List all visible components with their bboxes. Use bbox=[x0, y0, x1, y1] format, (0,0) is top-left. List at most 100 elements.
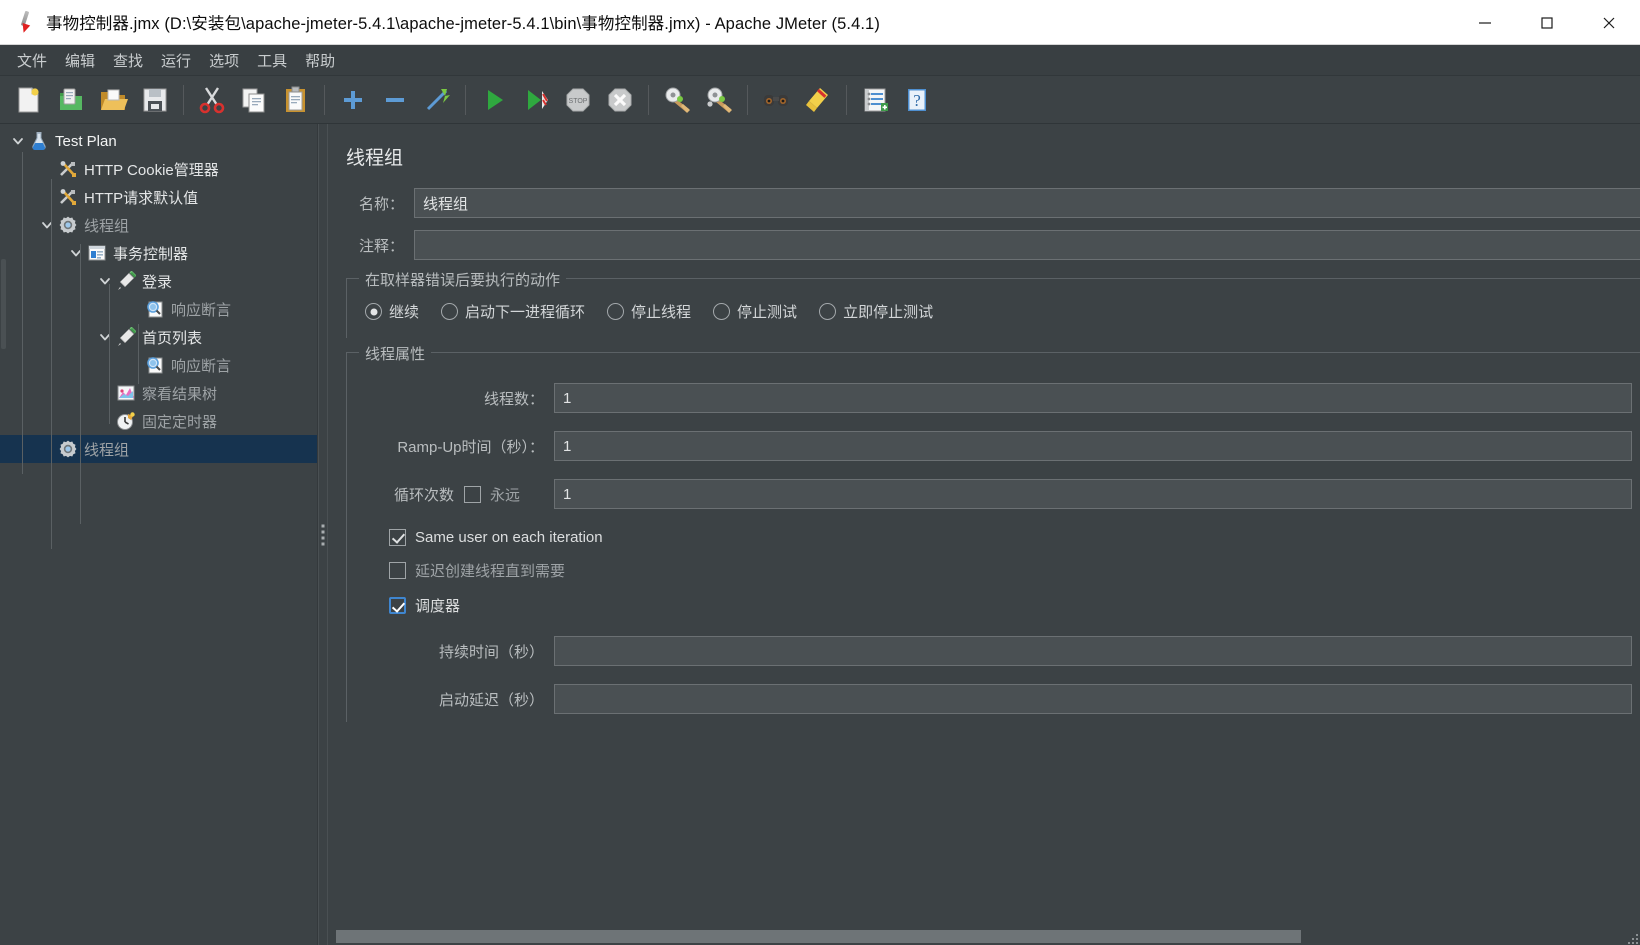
tree-node-transaction-controller[interactable]: 事务控制器 bbox=[0, 239, 317, 267]
ramp-up-input[interactable]: 1 bbox=[554, 431, 1632, 461]
menu-help[interactable]: 帮助 bbox=[296, 47, 344, 74]
cut-icon[interactable] bbox=[192, 80, 232, 120]
save-icon[interactable] bbox=[135, 80, 175, 120]
radio-stop-test-now[interactable]: 立即停止测试 bbox=[819, 301, 933, 322]
radio-stop-test-now-indicator[interactable] bbox=[819, 303, 837, 320]
tree-node-home-list[interactable]: 首页列表 bbox=[0, 323, 317, 351]
duration-input[interactable] bbox=[554, 636, 1632, 666]
loop-count-row: 循环次数 永远 1 bbox=[359, 479, 1632, 509]
scrollbar-thumb[interactable] bbox=[336, 930, 1301, 943]
chevron-down-icon[interactable] bbox=[95, 323, 115, 351]
close-button[interactable] bbox=[1578, 0, 1640, 45]
toggle-icon[interactable] bbox=[417, 80, 457, 120]
minimize-button[interactable] bbox=[1454, 0, 1516, 45]
menu-file[interactable]: 文件 bbox=[8, 47, 56, 74]
svg-text:STOP: STOP bbox=[569, 98, 588, 105]
page-title: 线程组 bbox=[346, 148, 404, 169]
tree-guide-line bbox=[22, 152, 23, 474]
tree-node-thread-group-2[interactable]: 线程组 bbox=[0, 435, 317, 463]
tree-node-http-cookie-manager[interactable]: HTTP Cookie管理器 bbox=[0, 155, 317, 183]
tree-node-response-assertion-1[interactable]: 响应断言 bbox=[0, 295, 317, 323]
search-reset-icon[interactable] bbox=[798, 80, 838, 120]
tree-node-test-plan[interactable]: Test Plan bbox=[0, 127, 317, 155]
radio-continue[interactable]: 继续 bbox=[365, 301, 419, 322]
num-threads-input[interactable]: 1 bbox=[554, 383, 1632, 413]
forever-checkbox-wrap[interactable]: 永远 bbox=[464, 484, 554, 505]
comment-label: 注释： bbox=[358, 237, 404, 255]
tree-node-label: 察看结果树 bbox=[142, 385, 218, 403]
same-user-checkbox[interactable] bbox=[389, 529, 406, 546]
help-icon[interactable]: ? bbox=[897, 80, 937, 120]
radio-start-next-loop[interactable]: 启动下一进程循环 bbox=[441, 301, 585, 322]
expand-all-icon[interactable] bbox=[333, 80, 373, 120]
chevron-down-icon[interactable] bbox=[8, 127, 28, 155]
scheduler-checkbox[interactable] bbox=[389, 597, 406, 614]
radio-stop-test-label: 停止测试 bbox=[737, 304, 798, 321]
radio-stop-test-now-label: 立即停止测试 bbox=[843, 304, 934, 321]
function-helper-icon[interactable] bbox=[855, 80, 895, 120]
form-horizontal-scrollbar[interactable] bbox=[336, 929, 1640, 945]
delayed-start-row[interactable]: 延迟创建线程直到需要 bbox=[359, 560, 1632, 581]
tree-twisty-empty bbox=[95, 407, 115, 435]
name-row: 名称： 线程组 bbox=[346, 188, 1640, 218]
forever-checkbox[interactable] bbox=[464, 485, 481, 503]
tree-node-http-request-defaults[interactable]: HTTP请求默认值 bbox=[0, 183, 317, 211]
name-input[interactable]: 线程组 bbox=[414, 188, 1640, 218]
tree-twisty-empty bbox=[124, 351, 144, 379]
config-element-icon bbox=[57, 186, 79, 208]
comment-input[interactable] bbox=[414, 230, 1640, 260]
new-file-icon[interactable] bbox=[9, 80, 49, 120]
tree-node-view-results-tree[interactable]: 察看结果树 bbox=[0, 379, 317, 407]
menu-edit[interactable]: 编辑 bbox=[56, 47, 104, 74]
tree-node-constant-timer[interactable]: 固定定时器 bbox=[0, 407, 317, 435]
tree-node-label: 线程组 bbox=[84, 217, 130, 235]
clear-icon[interactable] bbox=[657, 80, 697, 120]
radio-stop-test-indicator[interactable] bbox=[713, 303, 731, 320]
radio-stop-thread-indicator[interactable] bbox=[607, 303, 625, 320]
forever-label: 永远 bbox=[490, 486, 521, 504]
menu-search[interactable]: 查找 bbox=[104, 47, 152, 74]
scheduler-row[interactable]: 调度器 bbox=[359, 595, 1632, 616]
loop-count-input[interactable]: 1 bbox=[554, 479, 1632, 509]
same-user-row[interactable]: Same user on each iteration bbox=[359, 529, 1632, 546]
open-folder-icon[interactable] bbox=[93, 80, 133, 120]
thread-group-config-panel: 线程组 名称： 线程组 注释： 在取样器错误后要执行的动作 继续 启动下一进程循环… bbox=[328, 124, 1640, 945]
clear-all-icon[interactable] bbox=[699, 80, 739, 120]
sampler-error-action-radios[interactable]: 继续 启动下一进程循环 停止线程 停止测试 立即停止测试 bbox=[359, 297, 1632, 324]
collapse-all-icon[interactable] bbox=[375, 80, 415, 120]
radio-stop-thread[interactable]: 停止线程 bbox=[607, 301, 691, 322]
stop-icon[interactable]: STOP bbox=[558, 80, 598, 120]
panel-splitter[interactable] bbox=[318, 124, 328, 945]
test-plan-tree[interactable]: Test Plan HTTP Cookie管理器 HTTP请求默认值 线程组 事务控制器… bbox=[0, 124, 317, 463]
tree-node-thread-group-1[interactable]: 线程组 bbox=[0, 211, 317, 239]
templates-icon[interactable] bbox=[51, 80, 91, 120]
menu-run[interactable]: 运行 bbox=[152, 47, 200, 74]
shutdown-icon[interactable] bbox=[600, 80, 640, 120]
toolbar-separator bbox=[747, 84, 748, 115]
chevron-down-icon[interactable] bbox=[95, 267, 115, 295]
window-titlebar: 事物控制器.jmx (D:\安装包\apache-jmeter-5.4.1\ap… bbox=[0, 0, 1640, 45]
menu-tools[interactable]: 工具 bbox=[248, 47, 296, 74]
startup-delay-input[interactable] bbox=[554, 684, 1632, 714]
duration-label: 持续时间（秒） bbox=[438, 643, 544, 661]
chevron-down-icon[interactable] bbox=[37, 211, 57, 239]
tree-node-login[interactable]: 登录 bbox=[0, 267, 317, 295]
tree-node-response-assertion-2[interactable]: 响应断言 bbox=[0, 351, 317, 379]
thread-properties-title: 线程属性 bbox=[359, 343, 432, 364]
start-icon[interactable] bbox=[474, 80, 514, 120]
radio-start-next-loop-indicator[interactable] bbox=[441, 303, 459, 320]
start-no-pauses-icon[interactable] bbox=[516, 80, 556, 120]
startup-delay-row: 启动延迟（秒） bbox=[359, 684, 1632, 714]
menu-options[interactable]: 选项 bbox=[200, 47, 248, 74]
chevron-down-icon[interactable] bbox=[66, 239, 86, 267]
radio-continue-indicator[interactable] bbox=[365, 303, 382, 320]
maximize-button[interactable] bbox=[1516, 0, 1578, 45]
delayed-start-checkbox[interactable] bbox=[389, 562, 406, 579]
radio-stop-test[interactable]: 停止测试 bbox=[713, 301, 797, 322]
copy-icon[interactable] bbox=[234, 80, 274, 120]
radio-start-next-loop-label: 启动下一进程循环 bbox=[465, 304, 586, 321]
paste-icon[interactable] bbox=[276, 80, 316, 120]
search-icon[interactable] bbox=[756, 80, 796, 120]
